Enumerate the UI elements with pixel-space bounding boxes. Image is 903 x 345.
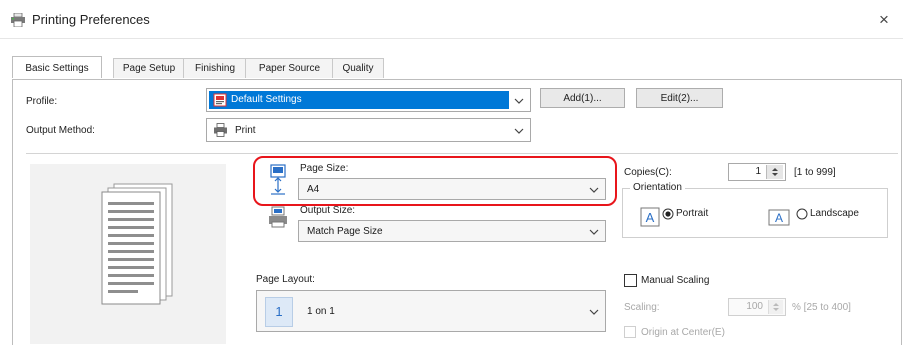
page-layout-label: Page Layout: bbox=[256, 274, 315, 285]
manual-scaling-label: Manual Scaling bbox=[641, 275, 710, 286]
profile-add-button[interactable]: Add(1)... bbox=[540, 88, 625, 108]
chevron-down-icon bbox=[514, 98, 524, 104]
profile-edit-button[interactable]: Edit(2)... bbox=[636, 88, 723, 108]
document-preview-icon bbox=[101, 183, 173, 305]
close-button[interactable]: × bbox=[872, 9, 896, 31]
output-method-dropdown[interactable]: Print bbox=[206, 118, 531, 142]
scaling-label: Scaling: bbox=[624, 302, 660, 313]
profile-label: Profile: bbox=[26, 96, 58, 107]
window-title: Printing Preferences bbox=[32, 12, 150, 27]
page-layout-value: 1 on 1 bbox=[307, 306, 335, 317]
output-size-icon bbox=[269, 206, 287, 228]
copies-value: 1 bbox=[755, 166, 761, 177]
portrait-label: Portrait bbox=[676, 208, 709, 219]
scaling-range: % [25 to 400] bbox=[792, 302, 851, 313]
scaling-value: 100 bbox=[746, 301, 763, 312]
manual-scaling-checkbox[interactable] bbox=[624, 274, 637, 287]
title-bar: Printing Preferences × bbox=[0, 0, 903, 39]
page-preview-area bbox=[30, 164, 226, 344]
portrait-radio[interactable] bbox=[662, 208, 674, 220]
portrait-a-icon: A bbox=[640, 207, 660, 227]
page-layout-dropdown[interactable]: 1 1 on 1 bbox=[256, 290, 606, 332]
output-method-label: Output Method: bbox=[26, 125, 95, 136]
printing-preferences-window: Printing Preferences × Basic Settings Pa… bbox=[0, 0, 903, 345]
profile-value: Default Settings bbox=[231, 94, 302, 105]
copies-input[interactable]: 1 bbox=[728, 163, 786, 181]
origin-at-center-label: Origin at Center(E) bbox=[641, 327, 725, 338]
tab-basic-settings[interactable]: Basic Settings bbox=[12, 56, 102, 78]
output-size-dropdown[interactable]: Match Page Size bbox=[298, 220, 606, 242]
output-method-value: Print bbox=[235, 125, 256, 136]
tab-paper-source[interactable]: Paper Source bbox=[245, 58, 334, 78]
scaling-input[interactable]: 100 bbox=[728, 298, 786, 316]
landscape-label: Landscape bbox=[810, 208, 859, 219]
profile-dropdown[interactable]: Default Settings bbox=[206, 88, 531, 112]
tab-quality[interactable]: Quality bbox=[332, 58, 384, 78]
profile-icon bbox=[213, 93, 227, 107]
scaling-spinner[interactable] bbox=[768, 300, 783, 314]
output-size-label: Output Size: bbox=[300, 205, 356, 216]
print-icon bbox=[214, 123, 227, 137]
chevron-down-icon bbox=[514, 128, 524, 134]
page-layout-icon-digit: 1 bbox=[275, 304, 283, 319]
chevron-down-icon bbox=[589, 309, 599, 315]
output-size-value: Match Page Size bbox=[307, 226, 383, 237]
origin-at-center-checkbox[interactable] bbox=[624, 326, 636, 338]
copies-spinner[interactable] bbox=[766, 165, 783, 179]
svg-text:A: A bbox=[775, 211, 783, 225]
orientation-label: Orientation bbox=[630, 182, 685, 193]
landscape-radio[interactable] bbox=[796, 208, 808, 220]
page-size-callout-highlight bbox=[253, 156, 617, 206]
landscape-a-icon: A bbox=[768, 209, 790, 226]
section-divider bbox=[26, 153, 898, 154]
copies-range: [1 to 999] bbox=[794, 167, 836, 178]
svg-text:A: A bbox=[646, 210, 655, 225]
copies-label: Copies(C): bbox=[624, 167, 672, 178]
tab-finishing[interactable]: Finishing bbox=[183, 58, 247, 78]
chevron-down-icon bbox=[589, 229, 599, 235]
tab-page-setup[interactable]: Page Setup bbox=[113, 58, 185, 78]
spinner-arrows-icon bbox=[773, 303, 779, 311]
spinner-arrows-icon bbox=[772, 168, 778, 176]
page-layout-icon: 1 bbox=[265, 297, 293, 327]
printer-icon bbox=[11, 13, 25, 27]
